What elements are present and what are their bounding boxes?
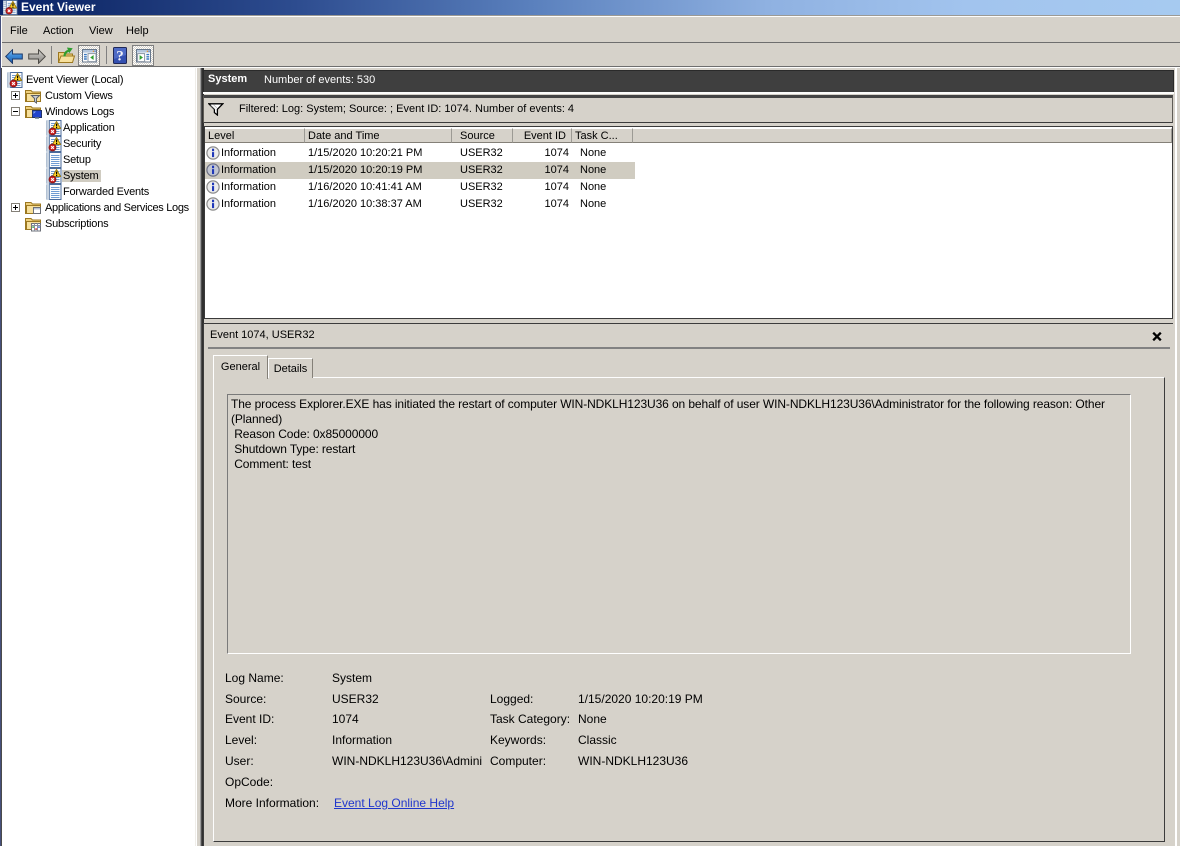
svg-text:?: ?	[116, 49, 124, 65]
